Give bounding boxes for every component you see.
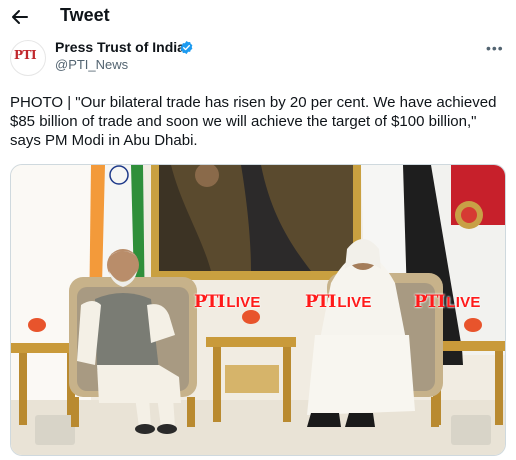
arrow-left-icon[interactable] — [10, 4, 32, 28]
author-handle[interactable]: @PTI_News — [55, 57, 128, 72]
page-title: Tweet — [60, 5, 110, 25]
wall-painting — [151, 165, 361, 280]
tweet-photo[interactable]: PTI LIVE PTI LIVE PTI LIVE — [10, 164, 506, 456]
avatar[interactable]: PTI — [10, 40, 46, 76]
pti-logo: PTI — [14, 48, 37, 62]
pti-live-watermark: PTI LIVE — [305, 292, 372, 312]
tweet-text: PHOTO | "Our bilateral trade has risen b… — [10, 94, 501, 149]
verified-badge-icon — [180, 40, 193, 55]
pti-live-watermark: PTI LIVE — [194, 292, 261, 312]
top-bar: Tweet — [0, 0, 516, 34]
more-options-icon[interactable]: ••• — [486, 40, 504, 56]
pti-live-watermark: PTI LIVE — [414, 292, 481, 312]
author-name[interactable]: Press Trust of India — [55, 39, 185, 55]
